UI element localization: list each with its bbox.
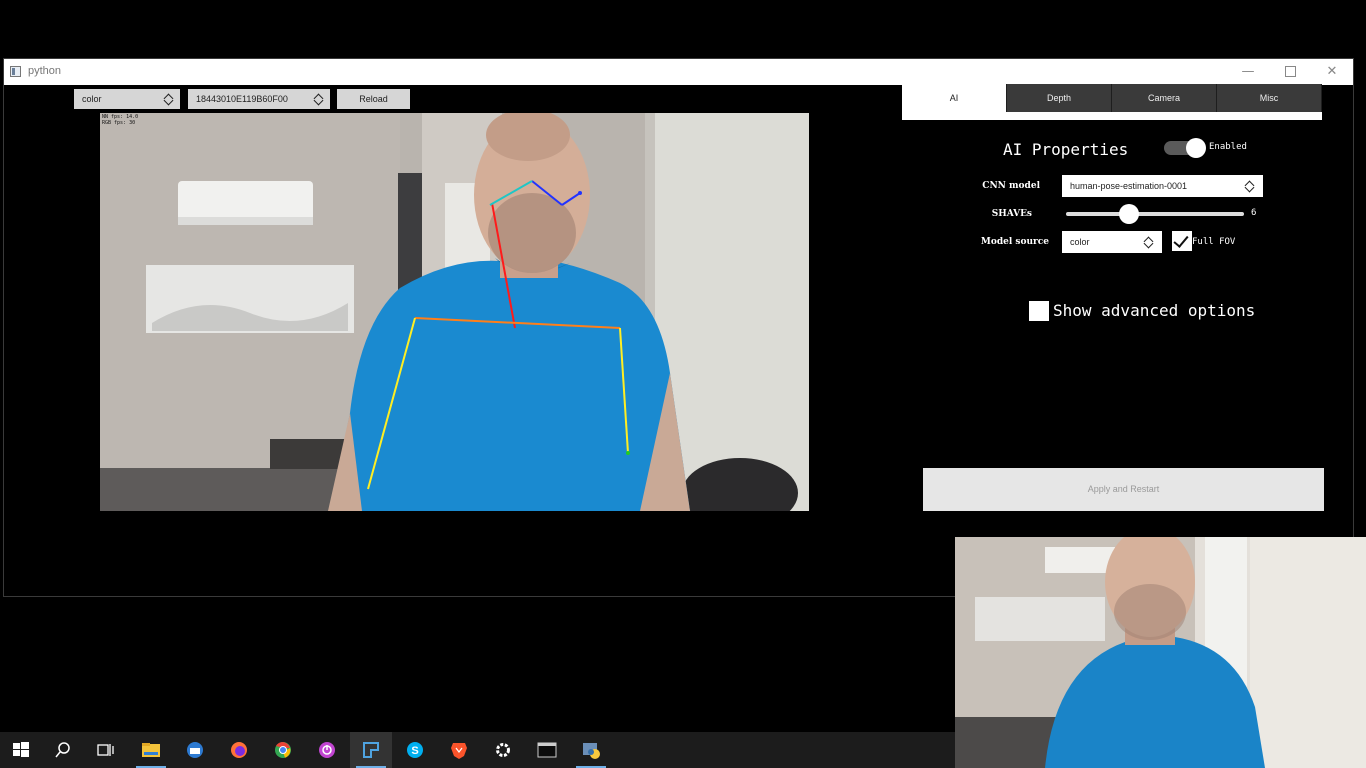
folder-icon xyxy=(142,743,160,757)
ai-properties-title: AI Properties xyxy=(1003,140,1129,159)
camera-source-select[interactable]: color xyxy=(74,89,180,109)
reload-button[interactable]: Reload xyxy=(337,89,410,109)
depthai-icon xyxy=(363,742,379,758)
minimize-button[interactable]: — xyxy=(1227,59,1269,85)
power-icon xyxy=(319,742,335,758)
presenter-video-image xyxy=(955,537,1366,768)
camera-preview: NN fps: 14.0 RGB fps: 30 xyxy=(100,113,809,511)
camera-source-value: color xyxy=(82,94,102,104)
presenter-webcam-overlay xyxy=(955,537,1366,768)
tab-misc[interactable]: Misc xyxy=(1217,84,1322,112)
windows-icon xyxy=(13,742,29,757)
file-explorer-taskbar[interactable] xyxy=(130,732,172,768)
depthai-app-taskbar[interactable] xyxy=(350,732,392,768)
tab-ai[interactable]: AI xyxy=(902,84,1007,112)
maximize-icon xyxy=(1284,66,1296,77)
cnn-model-select[interactable]: human-pose-estimation-0001 xyxy=(1062,175,1263,197)
device-select[interactable]: 18443010E119B60F00 xyxy=(188,89,330,109)
brave-taskbar[interactable] xyxy=(438,732,480,768)
ai-enabled-toggle[interactable] xyxy=(1164,138,1206,158)
apply-restart-button[interactable]: Apply and Restart xyxy=(923,468,1324,511)
spin-arrows-icon xyxy=(1145,235,1153,249)
tab-bar: AI Depth Camera Misc xyxy=(902,84,1322,120)
model-source-select[interactable]: color xyxy=(1062,231,1162,253)
model-source-label: Model source xyxy=(980,237,1049,247)
full-fov-checkbox[interactable] xyxy=(1172,231,1192,251)
fps-overlay: NN fps: 14.0 RGB fps: 30 xyxy=(102,114,138,126)
terminal-icon xyxy=(537,742,557,758)
shaves-value: 6 xyxy=(1251,208,1257,218)
shaves-slider-track[interactable] xyxy=(1066,212,1244,216)
skype-taskbar[interactable]: S xyxy=(394,732,436,768)
settings-taskbar[interactable] xyxy=(482,732,524,768)
app-window: python — ✕ color 18443010E119B60F00 Relo… xyxy=(3,58,1354,597)
advanced-options-label: Show advanced options xyxy=(1053,301,1256,320)
brave-lion-icon xyxy=(451,743,467,759)
full-fov-label: Full FOV xyxy=(1192,237,1236,247)
task-view-icon xyxy=(97,744,114,756)
window-title: python xyxy=(28,65,62,77)
toggle-knob xyxy=(1186,138,1206,158)
python-icon xyxy=(583,743,600,759)
firefox-icon xyxy=(231,742,247,758)
close-button[interactable]: ✕ xyxy=(1311,59,1353,85)
cnn-model-label: CNN model xyxy=(982,181,1040,191)
task-view-button[interactable] xyxy=(84,732,126,768)
advanced-options-checkbox[interactable] xyxy=(1029,301,1049,321)
svg-text:S: S xyxy=(411,745,418,757)
mail-icon xyxy=(187,742,203,758)
firefox-taskbar[interactable] xyxy=(218,732,260,768)
shaves-slider-handle[interactable] xyxy=(1119,204,1139,224)
title-bar[interactable]: python — ✕ xyxy=(4,59,1353,85)
enabled-label: Enabled xyxy=(1209,142,1247,152)
cnn-model-value: human-pose-estimation-0001 xyxy=(1070,181,1188,191)
tab-depth[interactable]: Depth xyxy=(1007,84,1112,112)
mail-taskbar[interactable] xyxy=(174,732,216,768)
checkmark-icon xyxy=(1173,232,1189,248)
spin-arrows-icon xyxy=(315,92,323,106)
tab-camera[interactable]: Camera xyxy=(1112,84,1217,112)
terminal-taskbar[interactable] xyxy=(526,732,568,768)
power-app-taskbar[interactable] xyxy=(306,732,348,768)
gear-icon xyxy=(496,743,510,757)
rgb-fps-text: RGB fps: 30 xyxy=(102,120,136,126)
spin-arrows-icon xyxy=(165,92,173,106)
camera-frame-image xyxy=(100,113,809,511)
shaves-label: SHAVEs xyxy=(991,209,1032,219)
search-icon xyxy=(55,742,70,758)
start-button[interactable] xyxy=(0,732,42,768)
python-app-icon xyxy=(10,66,21,77)
device-id-value: 18443010E119B60F00 xyxy=(196,94,288,104)
python-taskbar[interactable] xyxy=(570,732,612,768)
taskbar-search[interactable] xyxy=(42,732,84,768)
chrome-taskbar[interactable] xyxy=(262,732,304,768)
model-source-value: color xyxy=(1070,237,1090,247)
maximize-button[interactable] xyxy=(1269,59,1311,85)
skype-icon: S xyxy=(407,742,423,758)
chrome-icon xyxy=(275,741,291,758)
spin-arrows-icon xyxy=(1246,179,1254,193)
